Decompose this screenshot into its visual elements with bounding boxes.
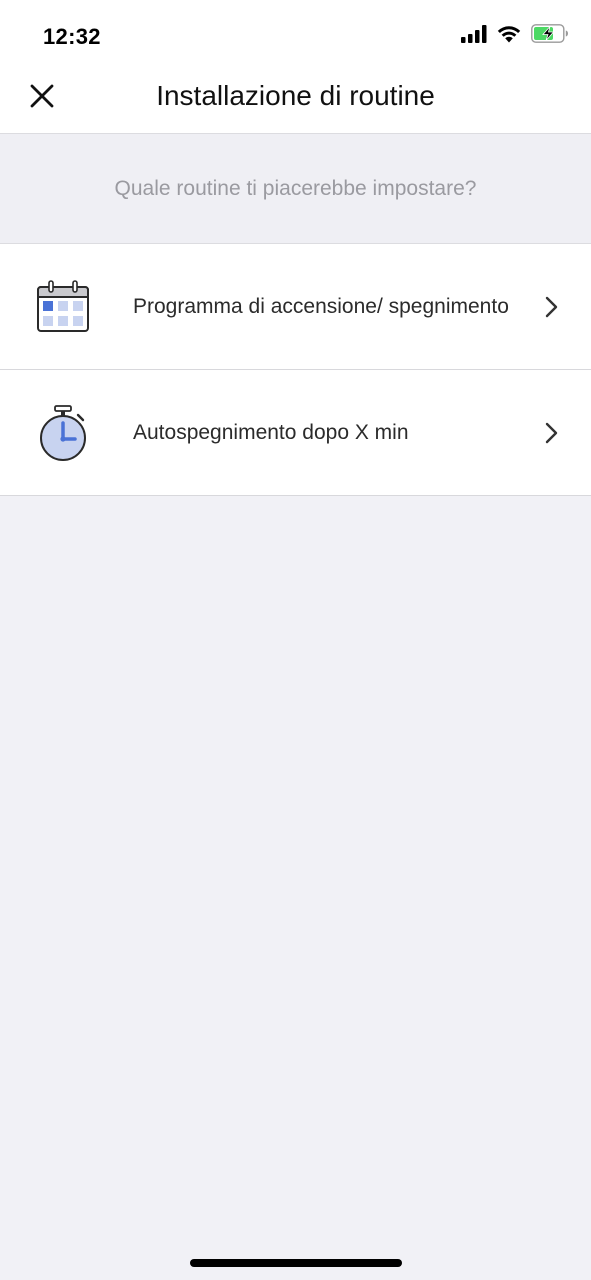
status-bar: 12:32 (0, 0, 591, 66)
nav-bar: Installazione di routine (0, 66, 591, 134)
stopwatch-icon (34, 405, 92, 463)
calendar-icon (34, 279, 92, 337)
chevron-right-icon (545, 296, 559, 318)
home-indicator[interactable] (190, 1259, 402, 1267)
prompt-text: Quale routine ti piacerebbe impostare? (0, 134, 591, 243)
page-title: Installazione di routine (156, 80, 435, 111)
routine-list: Programma di accensione/ spegnimento Aut… (0, 243, 591, 496)
chevron-right-icon (545, 422, 559, 444)
routine-item-auto-off[interactable]: Autospegnimento dopo X min (0, 370, 591, 496)
routine-item-schedule[interactable]: Programma di accensione/ spegnimento (0, 244, 591, 370)
battery-charging-icon (531, 24, 569, 48)
cellular-signal-icon (461, 24, 487, 48)
wifi-icon (496, 24, 522, 48)
routine-label: Programma di accensione/ spegnimento (133, 294, 509, 318)
status-time: 12:32 (43, 24, 101, 49)
status-icons (461, 24, 569, 48)
routine-label: Autospegnimento dopo X min (133, 420, 409, 444)
screen: 12:32 Installazione di routine Quale rou… (0, 0, 591, 1280)
